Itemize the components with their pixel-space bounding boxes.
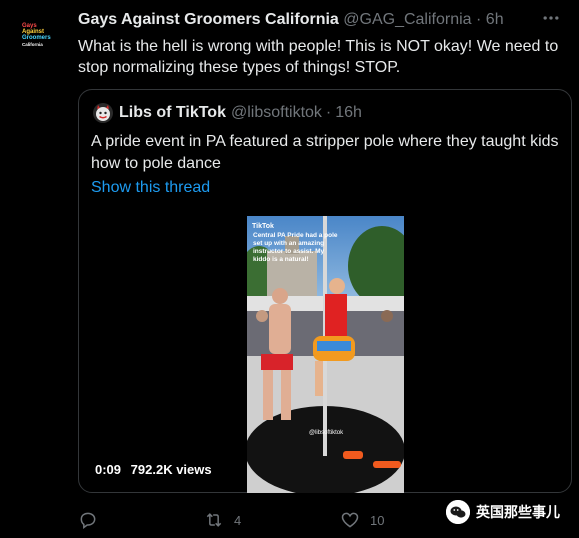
reply-icon bbox=[80, 512, 96, 529]
quoted-author-avatar bbox=[93, 103, 113, 123]
retweet-count: 4 bbox=[234, 512, 242, 528]
retweet-button[interactable]: 4 bbox=[204, 510, 241, 530]
video-stats: 0:09 792.2K views bbox=[95, 462, 218, 477]
show-thread-link[interactable]: Show this thread bbox=[91, 179, 210, 197]
quoted-tweet-card[interactable]: Libs of TikTok @libsoftiktok · 16h A pri… bbox=[78, 89, 572, 493]
quoted-author-name[interactable]: Libs of TikTok bbox=[119, 104, 226, 122]
tweet-time[interactable]: 6h bbox=[486, 11, 504, 28]
video-watermark-handle: @libsoftiktok bbox=[309, 430, 344, 436]
quoted-tweet-time[interactable]: 16h bbox=[335, 104, 362, 122]
quoted-tweet-text: A pride event in PA featured a stripper … bbox=[91, 133, 559, 172]
video-caption: Central PA Pride had a pole set up with … bbox=[253, 232, 338, 263]
like-count: 10 bbox=[370, 512, 385, 528]
wechat-icon bbox=[446, 500, 470, 524]
like-button[interactable]: 10 bbox=[340, 510, 384, 530]
video-frame: TikTok Central PA Pride had a pole set u… bbox=[247, 216, 404, 493]
author-name[interactable]: Gays Against Groomers California bbox=[78, 11, 339, 28]
watermark-text: 英国那些事儿 bbox=[476, 504, 560, 520]
video-duration: 0:09 bbox=[95, 462, 122, 477]
video-player[interactable]: TikTok Central PA Pride had a pole set u… bbox=[247, 216, 404, 493]
wechat-watermark: 英国那些事儿 bbox=[446, 500, 560, 524]
devil-face-icon bbox=[96, 105, 110, 121]
quoted-author-handle[interactable]: @libsoftiktok bbox=[231, 104, 322, 122]
quoted-header-separator: · bbox=[325, 104, 332, 121]
heart-icon bbox=[341, 512, 359, 528]
video-views: 792.2K views bbox=[130, 462, 212, 477]
reply-button[interactable] bbox=[78, 510, 108, 530]
header-separator: · bbox=[476, 11, 482, 28]
more-options-icon[interactable] bbox=[541, 8, 561, 28]
quoted-tweet-header: Libs of TikTok @libsoftiktok · 16h bbox=[93, 103, 362, 123]
tweet-text: What is the hell is wrong with people! T… bbox=[78, 38, 559, 76]
tiktok-logo-text: TikTok bbox=[252, 223, 274, 230]
retweet-icon bbox=[206, 513, 222, 527]
logo-text-line: California bbox=[22, 42, 43, 47]
tweet-header: Gays Against Groomers California @GAG_Ca… bbox=[78, 11, 504, 29]
author-avatar[interactable]: Gays Against Groomers California bbox=[14, 10, 62, 58]
video-caption-box: Central PA Pride had a pole set up with … bbox=[253, 232, 338, 263]
author-handle[interactable]: @GAG_California bbox=[343, 11, 471, 28]
